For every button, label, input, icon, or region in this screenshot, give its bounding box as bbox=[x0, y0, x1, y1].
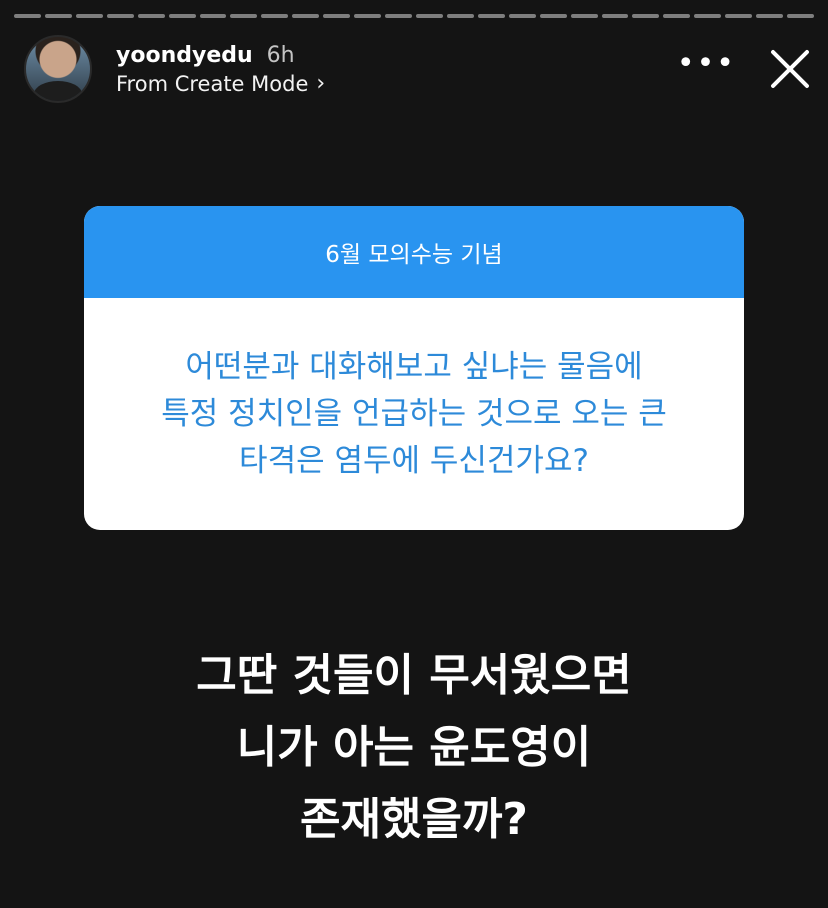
username[interactable]: yoondyedu bbox=[116, 43, 253, 68]
create-mode-link[interactable]: From Create Mode › bbox=[116, 72, 325, 96]
avatar[interactable] bbox=[24, 35, 92, 103]
story-progress-bar bbox=[14, 14, 814, 20]
progress-segment bbox=[632, 14, 660, 18]
progress-segment bbox=[756, 14, 784, 18]
progress-segment bbox=[106, 14, 134, 18]
progress-segment bbox=[292, 14, 320, 18]
question-line: 어떤분과 대화해보고 싶냐는 물음에 bbox=[185, 348, 643, 385]
create-mode-label: From Create Mode bbox=[116, 71, 309, 96]
answer-line: 존재했을까? bbox=[300, 794, 528, 845]
question-line: 타격은 염두에 두신건가요? bbox=[239, 442, 589, 479]
story-meta: yoondyedu 6h From Create Mode › bbox=[116, 43, 325, 96]
answer-line: 그딴 것들이 무서웠으면 bbox=[196, 650, 632, 701]
progress-segment bbox=[539, 14, 567, 18]
progress-segment bbox=[477, 14, 505, 18]
progress-segment bbox=[663, 14, 691, 18]
progress-segment bbox=[323, 14, 351, 18]
progress-segment bbox=[44, 14, 72, 18]
progress-segment bbox=[199, 14, 227, 18]
progress-segment bbox=[694, 14, 722, 18]
question-sticker-title: 6월 모의수능 기념 bbox=[84, 206, 744, 298]
progress-segment bbox=[14, 14, 41, 18]
answer-line: 니가 아는 윤도영이 bbox=[236, 722, 592, 773]
more-options-icon[interactable]: ••• bbox=[677, 49, 736, 79]
question-text: 어떤분과 대화해보고 싶냐는 물음에 특정 정치인을 언급하는 것으로 오는 큰… bbox=[84, 298, 744, 530]
answer-text: 그딴 것들이 무서웠으면 니가 아는 윤도영이 존재했을까? bbox=[0, 640, 828, 856]
progress-segment bbox=[787, 14, 814, 18]
progress-segment bbox=[261, 14, 289, 18]
progress-segment bbox=[137, 14, 165, 18]
progress-segment bbox=[230, 14, 258, 18]
progress-segment bbox=[415, 14, 443, 18]
question-line: 특정 정치인을 언급하는 것으로 오는 큰 bbox=[161, 395, 667, 432]
progress-segment bbox=[601, 14, 629, 18]
story-header: yoondyedu 6h From Create Mode › ••• bbox=[24, 34, 812, 104]
question-sticker: 6월 모의수능 기념 어떤분과 대화해보고 싶냐는 물음에 특정 정치인을 언급… bbox=[84, 206, 744, 530]
progress-segment bbox=[570, 14, 598, 18]
progress-segment bbox=[75, 14, 103, 18]
progress-segment bbox=[354, 14, 382, 18]
close-icon[interactable] bbox=[768, 47, 812, 91]
progress-segment bbox=[446, 14, 474, 18]
progress-segment bbox=[725, 14, 753, 18]
progress-segment bbox=[385, 14, 412, 18]
chevron-right-icon: › bbox=[316, 70, 326, 96]
post-time: 6h bbox=[266, 42, 295, 68]
progress-segment bbox=[168, 14, 196, 18]
progress-segment bbox=[508, 14, 536, 18]
